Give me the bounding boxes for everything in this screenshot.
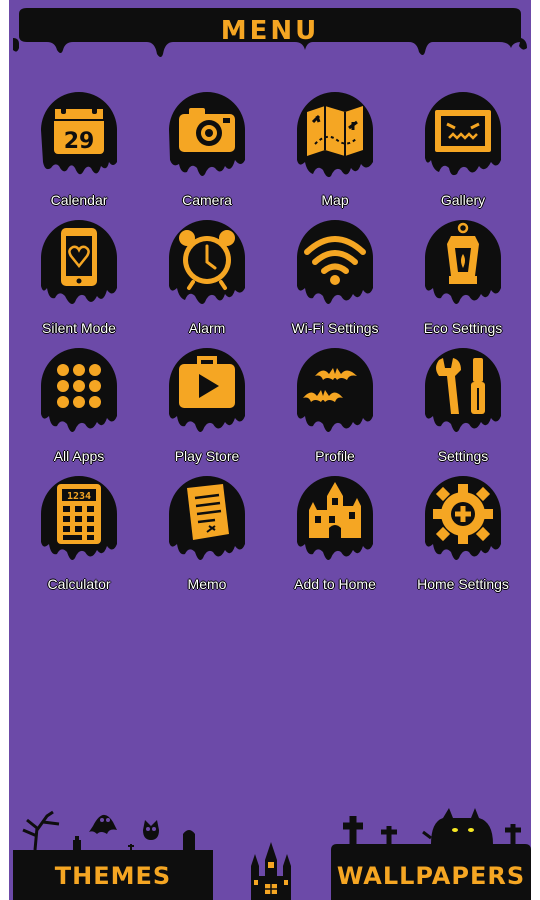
app-label: Settings <box>437 448 489 464</box>
app-silent-mode[interactable]: Silent Mode <box>15 216 143 344</box>
app-label: All Apps <box>53 448 105 464</box>
menu-header: MENU <box>13 8 527 64</box>
memo-icon <box>169 476 245 560</box>
all-apps-grid-icon <box>41 348 117 432</box>
app-label: Alarm <box>188 320 226 336</box>
themes-button[interactable]: THEMES <box>13 800 213 900</box>
app-label: Home Settings <box>417 576 509 592</box>
app-label: Profile <box>315 448 355 464</box>
wallpapers-label: WALLPAPERS <box>336 862 526 890</box>
haunted-house-icon <box>297 476 373 560</box>
app-settings[interactable]: Settings <box>399 344 527 472</box>
app-label: Play Store <box>174 448 240 464</box>
bats-icon <box>297 348 373 432</box>
gear-icon <box>425 476 501 560</box>
app-label: Camera <box>182 192 232 208</box>
app-eco-settings[interactable]: Eco Settings <box>399 216 527 344</box>
calculator-display-text: 1234 <box>67 491 91 502</box>
app-home-settings[interactable]: Home Settings <box>399 472 527 600</box>
tools-icon <box>425 348 501 432</box>
app-label: Add to Home <box>294 576 376 592</box>
app-calendar[interactable]: 29 Calendar <box>15 88 143 216</box>
calendar-day-text: 29 <box>64 129 95 154</box>
app-add-to-home[interactable]: Add to Home <box>271 472 399 600</box>
calculator-icon: 1234 <box>41 476 117 560</box>
silent-mode-icon <box>41 220 117 304</box>
app-memo[interactable]: Memo <box>143 472 271 600</box>
app-label: Eco Settings <box>423 320 503 336</box>
app-play-store[interactable]: Play Store <box>143 344 271 472</box>
app-label: Calculator <box>47 576 111 592</box>
page-title: MENU <box>220 16 320 46</box>
app-label: Gallery <box>440 192 486 208</box>
wallpapers-button[interactable]: WALLPAPERS <box>331 800 531 900</box>
app-label: Silent Mode <box>42 320 116 336</box>
app-label: Wi-Fi Settings <box>291 320 379 336</box>
app-label: Map <box>321 192 349 208</box>
menu-panel: MENU 29 Calendar Camera Map Gallery Sile… <box>9 0 531 900</box>
gallery-icon <box>425 92 501 176</box>
app-gallery[interactable]: Gallery <box>399 88 527 216</box>
app-label: Memo <box>187 576 227 592</box>
calendar-icon: 29 <box>41 92 117 175</box>
alarm-icon <box>169 220 245 304</box>
app-calculator[interactable]: 1234 Calculator <box>15 472 143 600</box>
app-camera[interactable]: Camera <box>143 88 271 216</box>
map-icon <box>297 92 373 178</box>
camera-icon <box>169 92 245 176</box>
app-wifi-settings[interactable]: Wi-Fi Settings <box>271 216 399 344</box>
app-alarm[interactable]: Alarm <box>143 216 271 344</box>
bottom-bar: THEMES WALLPAPERS <box>9 800 531 900</box>
play-store-icon <box>169 348 245 432</box>
app-map[interactable]: Map <box>271 88 399 216</box>
app-label: Calendar <box>50 192 108 208</box>
castle-icon <box>245 836 297 900</box>
app-profile[interactable]: Profile <box>271 344 399 472</box>
themes-label: THEMES <box>54 862 172 890</box>
wifi-icon <box>297 220 373 304</box>
screen: MENU 29 Calendar Camera Map Gallery Sile… <box>0 0 540 900</box>
app-all-apps[interactable]: All Apps <box>15 344 143 472</box>
lantern-icon <box>425 220 501 304</box>
